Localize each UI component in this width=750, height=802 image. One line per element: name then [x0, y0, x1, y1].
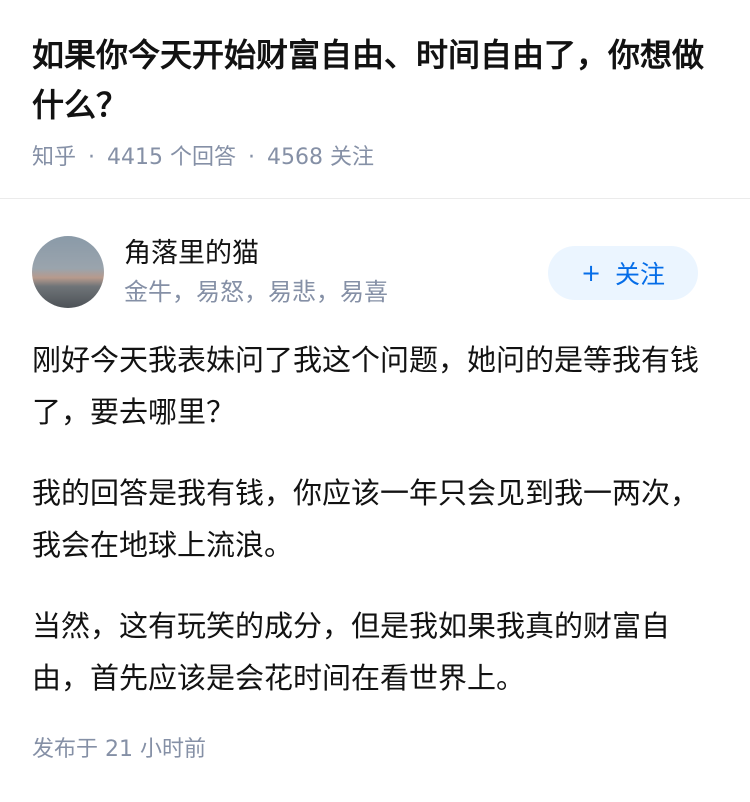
follow-button[interactable]: + 关注 — [548, 246, 698, 300]
answer-paragraph: 我的回答是我有钱，你应该一年只会见到我一两次，我会在地球上流浪。 — [32, 476, 700, 562]
plus-icon: + — [580, 259, 602, 287]
avatar[interactable] — [32, 236, 104, 308]
answer-body: 刚好今天我表妹问了我这个问题，她问的是等我有钱了，要去哪里？ 我的回答是我有钱，… — [32, 334, 708, 733]
answer-paragraph: 刚好今天我表妹问了我这个问题，她问的是等我有钱了，要去哪里？ — [32, 343, 700, 429]
author-card: 角落里的猫 金牛，易怒，易悲，易喜 + 关注 — [32, 236, 702, 308]
question-header: 如果你今天开始财富自由、时间自由了，你想做什么？ 知乎 · 4415 个回答 ·… — [32, 30, 722, 174]
author-bio: 金牛，易怒，易悲，易喜 — [124, 278, 388, 306]
site-name[interactable]: 知乎 — [32, 142, 76, 174]
question-meta: 知乎 · 4415 个回答 · 4568 关注 — [32, 142, 722, 174]
answer-count[interactable]: 4415 个回答 — [107, 142, 236, 174]
section-divider — [0, 198, 750, 199]
follow-label: 关注 — [615, 260, 666, 289]
meta-separator: · — [88, 145, 96, 170]
question-title[interactable]: 如果你今天开始财富自由、时间自由了，你想做什么？ — [32, 30, 722, 130]
author-name[interactable]: 角落里的猫 — [124, 236, 259, 272]
meta-separator: · — [248, 145, 255, 170]
answer-paragraph: 当然，这有玩笑的成分，但是我如果我真的财富自由，首先应该是会花时间在看世界上。 — [32, 609, 671, 695]
follower-count[interactable]: 4568 关注 — [267, 142, 374, 174]
publish-time: 发布于 21 小时前 — [32, 737, 206, 762]
